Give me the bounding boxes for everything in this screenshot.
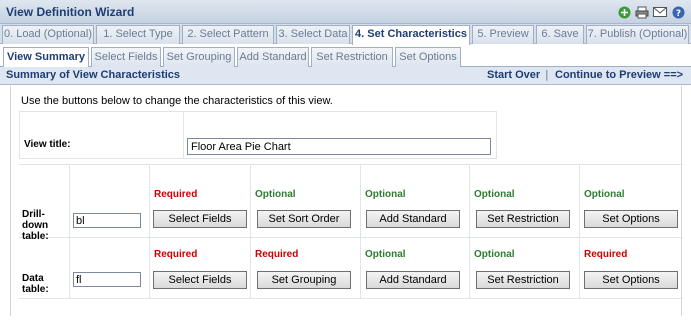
- data-status-grouping: Required: [255, 249, 299, 260]
- drilldown-select-fields-button[interactable]: Select Fields: [153, 210, 247, 228]
- link-separator: |: [545, 68, 549, 81]
- data-label-line1: Data: [22, 273, 44, 284]
- data-label-line2: table:: [22, 284, 49, 295]
- divider: [469, 165, 470, 299]
- step-select-type[interactable]: 1. Select Type: [96, 25, 180, 44]
- drilldown-label-line3: table:: [22, 231, 49, 242]
- drilldown-add-standard-button[interactable]: Add Standard: [366, 210, 460, 228]
- characteristics-grid: Required Optional Optional Optional Opti…: [19, 164, 683, 299]
- view-title-input[interactable]: [187, 138, 491, 155]
- data-status-restriction: Optional: [474, 249, 515, 260]
- divider: [183, 112, 184, 158]
- divider: [19, 298, 683, 299]
- divider: [149, 165, 150, 299]
- summary-content: Use the buttons below to change the char…: [10, 86, 683, 316]
- drilldown-set-restriction-button[interactable]: Set Restriction: [476, 210, 570, 228]
- drilldown-status-select-fields: Required: [154, 189, 198, 200]
- drilldown-table-input[interactable]: [73, 213, 141, 228]
- data-set-restriction-button[interactable]: Set Restriction: [476, 271, 570, 289]
- drilldown-label-line1: Drill-: [22, 209, 45, 220]
- help-icon[interactable]: ?: [671, 5, 685, 19]
- drilldown-table-label: Drill- down table:: [22, 209, 49, 242]
- view-title-section: View title:: [19, 111, 497, 159]
- tab-set-options[interactable]: Set Options: [395, 47, 461, 67]
- instructions-text: Use the buttons below to change the char…: [21, 95, 333, 107]
- add-icon[interactable]: [617, 5, 631, 19]
- divider: [19, 237, 683, 238]
- divider: [69, 165, 70, 299]
- divider: [360, 165, 361, 299]
- drilldown-status-options: Optional: [584, 189, 625, 200]
- summary-title: Summary of View Characteristics: [6, 69, 181, 81]
- tab-select-fields[interactable]: Select Fields: [91, 47, 161, 67]
- step-select-pattern[interactable]: 2. Select Pattern: [182, 25, 274, 44]
- tab-set-restriction[interactable]: Set Restriction: [311, 47, 393, 67]
- step-save[interactable]: 6. Save: [536, 25, 584, 44]
- drilldown-set-options-button[interactable]: Set Options: [584, 210, 678, 228]
- summary-header: Summary of View Characteristics Start Ov…: [0, 67, 691, 85]
- tab-add-standard[interactable]: Add Standard: [237, 47, 309, 67]
- divider: [579, 165, 580, 299]
- step-publish[interactable]: 7. Publish (Optional): [586, 25, 689, 44]
- characteristics-tabs: View Summary Select Fields Set Grouping …: [0, 45, 691, 68]
- window-titlebar: View Definition Wizard ?: [0, 0, 691, 24]
- titlebar-icons: ?: [617, 5, 685, 19]
- drilldown-status-restriction: Optional: [474, 189, 515, 200]
- wizard-steps: 0. Load (Optional) 1. Select Type 2. Sel…: [0, 24, 691, 45]
- data-table-input[interactable]: [73, 272, 141, 287]
- step-preview[interactable]: 5. Preview: [472, 25, 534, 44]
- drilldown-status-sort-order: Optional: [255, 189, 296, 200]
- start-over-link[interactable]: Start Over: [487, 69, 540, 81]
- step-set-characteristics[interactable]: 4. Set Characteristics: [352, 25, 470, 45]
- step-select-data[interactable]: 3. Select Data: [276, 25, 350, 44]
- data-table-label: Data table:: [22, 273, 49, 295]
- view-title-label: View title:: [24, 139, 71, 150]
- data-set-options-button[interactable]: Set Options: [584, 271, 678, 289]
- step-load[interactable]: 0. Load (Optional): [2, 25, 94, 44]
- email-icon[interactable]: [653, 5, 667, 19]
- svg-text:?: ?: [675, 9, 680, 19]
- print-icon[interactable]: [635, 5, 649, 19]
- tab-set-grouping[interactable]: Set Grouping: [163, 47, 235, 67]
- data-set-grouping-button[interactable]: Set Grouping: [257, 271, 351, 289]
- data-select-fields-button[interactable]: Select Fields: [153, 271, 247, 289]
- drilldown-status-add-standard: Optional: [365, 189, 406, 200]
- drilldown-set-sort-order-button[interactable]: Set Sort Order: [257, 210, 351, 228]
- drilldown-label-line2: down: [22, 220, 49, 231]
- tab-view-summary[interactable]: View Summary: [3, 47, 89, 68]
- continue-to-preview-link[interactable]: Continue to Preview ==>: [555, 69, 683, 81]
- divider: [250, 165, 251, 299]
- window-title: View Definition Wizard: [6, 5, 135, 19]
- data-add-standard-button[interactable]: Add Standard: [366, 271, 460, 289]
- data-status-add-standard: Optional: [365, 249, 406, 260]
- data-status-options: Required: [584, 249, 628, 260]
- data-status-select-fields: Required: [154, 249, 198, 260]
